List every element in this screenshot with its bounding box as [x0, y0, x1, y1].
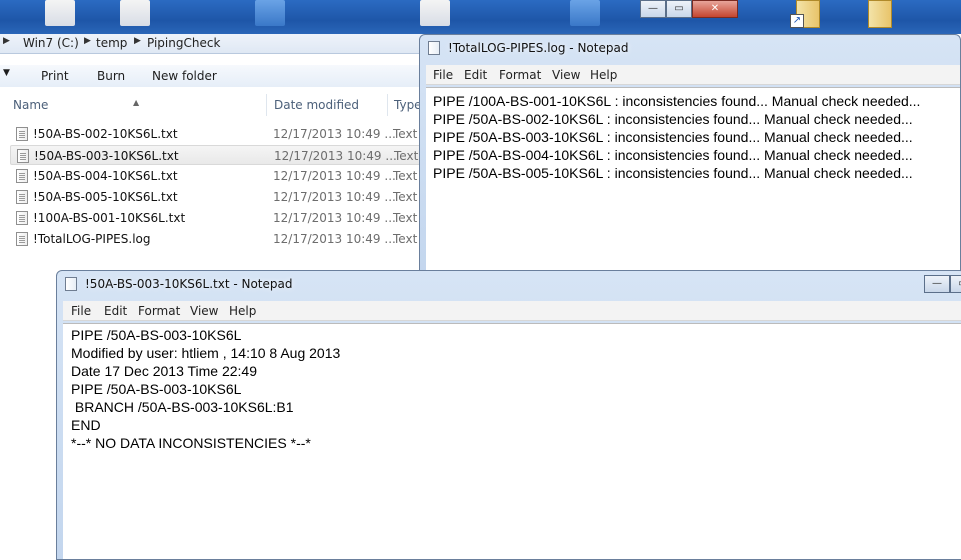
chevron-down-icon[interactable]: ▼ [3, 68, 10, 78]
text-file-icon [16, 211, 28, 225]
notepad-icon [428, 41, 440, 55]
file-date: 12/17/2013 10:49 ... [273, 169, 396, 183]
text-file-icon [16, 127, 28, 141]
file-row[interactable]: !50A-BS-004-10KS6L.txt 12/17/2013 10:49 … [10, 166, 430, 186]
column-date-modified[interactable]: Date modified [274, 98, 359, 112]
menu-file[interactable]: File [71, 304, 91, 318]
menu-help[interactable]: Help [590, 68, 617, 82]
menu-file[interactable]: File [433, 68, 453, 82]
file-name: !50A-BS-003-10KS6L.txt [34, 149, 179, 163]
file-name: !TotalLOG-PIPES.log [33, 232, 151, 246]
desktop-icon[interactable] [255, 0, 285, 26]
file-type: Text [393, 211, 418, 225]
file-name: !50A-BS-002-10KS6L.txt [33, 127, 178, 141]
menu-format[interactable]: Format [499, 68, 541, 82]
column-type[interactable]: Type [394, 98, 422, 112]
menu-edit[interactable]: Edit [464, 68, 487, 82]
burn-button[interactable]: Burn [97, 69, 125, 83]
notepad-file-window: !50A-BS-003-10KS6L.txt - Notepad — ▭ Fil… [56, 270, 961, 560]
file-date: 12/17/2013 10:49 ... [273, 127, 396, 141]
file-type: Text [393, 127, 418, 141]
new-folder-button[interactable]: New folder [152, 69, 217, 83]
desktop-icon[interactable] [570, 0, 600, 26]
file-type: Text [393, 169, 418, 183]
window-title: !TotalLOG-PIPES.log - Notepad [448, 41, 629, 55]
menu-view[interactable]: View [552, 68, 580, 82]
desktop-shortcut-icon[interactable] [862, 0, 896, 30]
menu-edit[interactable]: Edit [104, 304, 127, 318]
desktop-icon[interactable] [120, 0, 150, 26]
chevron-right-icon[interactable]: ▶ [134, 36, 141, 46]
document-icon [868, 0, 892, 28]
explorer-window: ▶ Win7 (C:) ▶ temp ▶ PipingCheck ▼ Print… [0, 34, 440, 274]
file-row[interactable]: !50A-BS-003-10KS6L.txt 12/17/2013 10:49 … [10, 145, 430, 165]
notepad-log-window: !TotalLOG-PIPES.log - Notepad File Edit … [419, 34, 961, 274]
notepad-icon [65, 277, 77, 291]
maximize-icon[interactable]: ▭ [950, 275, 961, 293]
file-date: 12/17/2013 10:49 ... [273, 190, 396, 204]
file-date: 12/17/2013 10:49 ... [273, 232, 396, 246]
file-name: !50A-BS-005-10KS6L.txt [33, 190, 178, 204]
maximize-icon[interactable]: ▭ [666, 0, 692, 18]
column-header: ▲ Name Date modified Type [0, 94, 440, 116]
menu-help[interactable]: Help [229, 304, 256, 318]
file-type: Text [393, 232, 418, 246]
print-button[interactable]: Print [41, 69, 69, 83]
text-file-icon [16, 190, 28, 204]
minimize-icon[interactable]: — [640, 0, 666, 18]
file-date: 12/17/2013 10:49 ... [274, 149, 397, 163]
file-row[interactable]: !100A-BS-001-10KS6L.txt 12/17/2013 10:49… [10, 208, 430, 228]
text-editor-area[interactable]: PIPE /100A-BS-001-10KS6L : inconsistenci… [426, 87, 960, 273]
sort-ascending-icon: ▲ [133, 98, 140, 107]
command-bar: ▼ Print Burn New folder [0, 65, 440, 87]
shortcut-arrow-icon: ↗ [790, 14, 804, 28]
column-name[interactable]: Name [13, 98, 48, 112]
chevron-right-icon[interactable]: ▶ [84, 36, 91, 46]
minimize-icon[interactable]: — [924, 275, 950, 293]
file-date: 12/17/2013 10:49 ... [273, 211, 396, 225]
file-type: Text [394, 149, 419, 163]
menu-format[interactable]: Format [138, 304, 180, 318]
file-row[interactable]: !50A-BS-005-10KS6L.txt 12/17/2013 10:49 … [10, 187, 430, 207]
file-row[interactable]: !TotalLOG-PIPES.log 12/17/2013 10:49 ...… [10, 229, 430, 249]
file-name: !50A-BS-004-10KS6L.txt [33, 169, 178, 183]
file-name: !100A-BS-001-10KS6L.txt [33, 211, 186, 225]
window-title: !50A-BS-003-10KS6L.txt - Notepad [85, 277, 293, 291]
close-icon[interactable]: ✕ [692, 0, 738, 18]
text-file-icon [17, 149, 29, 163]
text-editor-area[interactable]: PIPE /50A-BS-003-10KS6L Modified by user… [63, 323, 961, 559]
desktop-background: ↗ [0, 0, 961, 34]
desktop-icon[interactable] [45, 0, 75, 26]
menu-bar: File Edit Format View Help [63, 301, 961, 321]
breadcrumb-temp[interactable]: temp [96, 36, 127, 50]
menu-bar: File Edit Format View Help [426, 65, 960, 85]
address-bar[interactable]: ▶ Win7 (C:) ▶ temp ▶ PipingCheck [0, 34, 440, 54]
text-file-icon [16, 232, 28, 246]
breadcrumb-pipingcheck[interactable]: PipingCheck [147, 36, 220, 50]
desktop-shortcut-icon[interactable]: ↗ [790, 0, 824, 30]
chevron-right-icon[interactable]: ▶ [3, 36, 10, 46]
desktop-icon[interactable] [420, 0, 450, 26]
breadcrumb-drive[interactable]: Win7 (C:) [23, 36, 79, 50]
file-row[interactable]: !50A-BS-002-10KS6L.txt 12/17/2013 10:49 … [10, 124, 430, 144]
text-file-icon [16, 169, 28, 183]
file-type: Text [393, 190, 418, 204]
menu-view[interactable]: View [190, 304, 218, 318]
